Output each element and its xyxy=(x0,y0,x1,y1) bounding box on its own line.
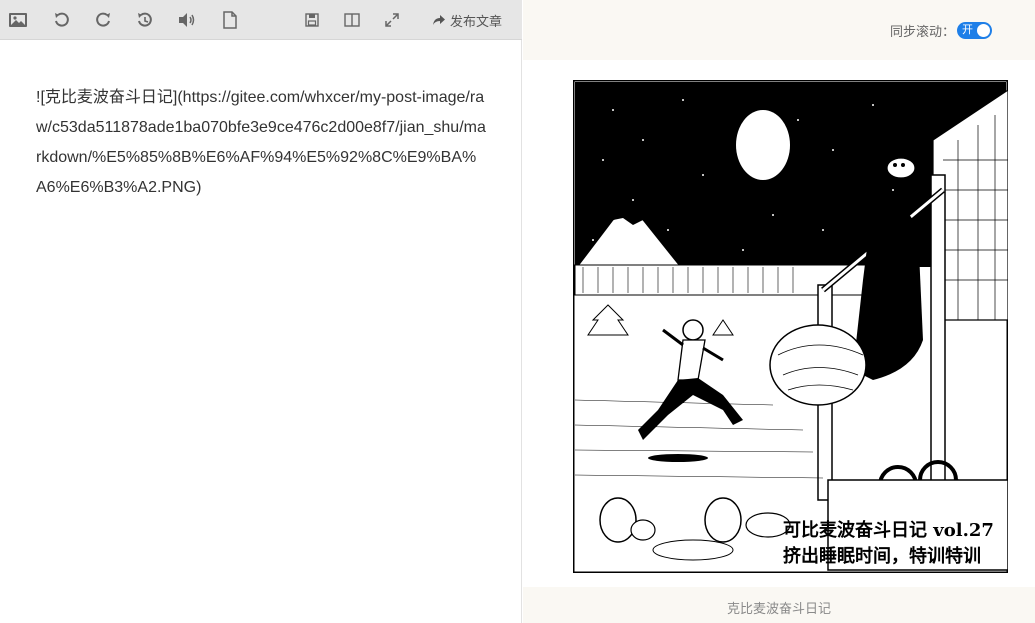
sync-scroll-control: 同步滚动： 开 xyxy=(890,21,992,40)
toggle-state-label: 开 xyxy=(962,24,973,36)
split-view-icon[interactable] xyxy=(340,8,364,32)
editor-pane: 发布文章 ![克比麦波奋斗日记](https://gitee.com/whxce… xyxy=(0,0,522,623)
markdown-editor[interactable]: ![克比麦波奋斗日记](https://gitee.com/whxcer/my-… xyxy=(36,83,486,203)
editor-toolbar: 发布文章 xyxy=(0,0,522,40)
fullscreen-icon[interactable] xyxy=(380,8,404,32)
manga-image: 可比麦波奋斗日记 vol.27 挤出睡眠时间，特训特训 xyxy=(573,80,1008,573)
sync-scroll-toggle[interactable]: 开 xyxy=(957,22,992,39)
manga-title-line1: 可比麦波奋斗日记 vol.27 xyxy=(783,519,994,541)
history-icon[interactable] xyxy=(133,8,157,32)
toggle-knob xyxy=(977,24,990,37)
image-caption: 克比麦波奋斗日记 xyxy=(726,601,831,616)
redo-icon[interactable] xyxy=(91,8,115,32)
share-arrow-icon xyxy=(432,15,445,25)
undo-icon[interactable] xyxy=(50,8,74,32)
save-icon[interactable] xyxy=(300,8,324,32)
preview-pane: 同步滚动： 开 可比麦波奋斗日记 vol.27 挤出睡眠时间，特训特训 克比麦波… xyxy=(523,0,1035,623)
speaker-icon[interactable] xyxy=(175,8,199,32)
publish-button[interactable]: 发布文章 xyxy=(432,0,502,40)
file-icon[interactable] xyxy=(218,8,242,32)
sync-scroll-label: 同步滚动： xyxy=(889,24,955,39)
markdown-editor-app: 发布文章 ![克比麦波奋斗日记](https://gitee.com/whxce… xyxy=(0,0,1035,623)
image-icon[interactable] xyxy=(6,8,30,32)
preview-content: 可比麦波奋斗日记 vol.27 挤出睡眠时间，特训特训 xyxy=(523,60,1035,587)
publish-label: 发布文章 xyxy=(449,13,502,29)
manga-title-line2: 挤出睡眠时间，特训特训 xyxy=(783,545,981,567)
